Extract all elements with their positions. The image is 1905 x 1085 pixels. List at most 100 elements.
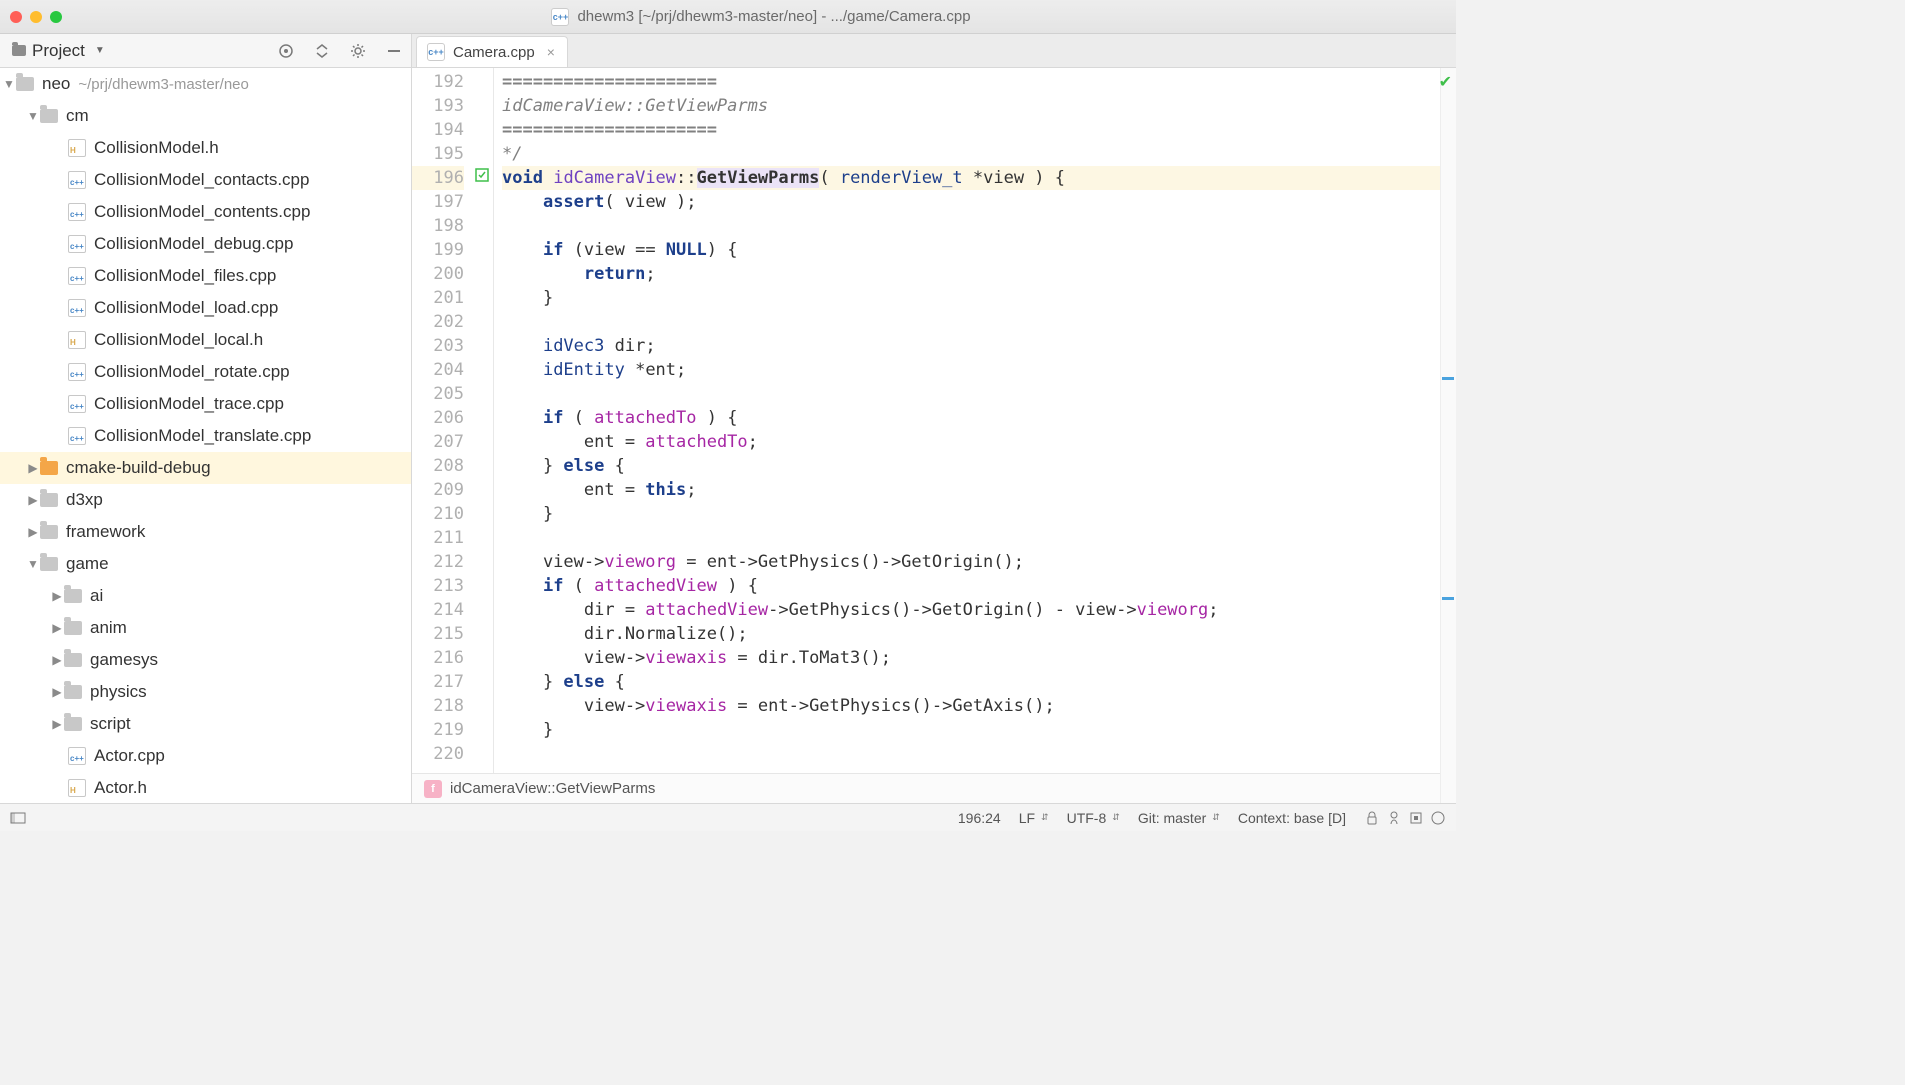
chevron-down-icon[interactable]: ▼ [2,77,16,91]
project-tree[interactable]: ▼ neo ~/prj/dhewm3-master/neo ▼ cm HColl… [0,68,412,803]
tree-file[interactable]: c++CollisionModel_contents.cpp [0,196,411,228]
code-line[interactable]: } [502,286,1456,310]
fold-gutter[interactable] [472,68,494,773]
code-line[interactable] [502,214,1456,238]
locate-icon[interactable] [277,42,295,60]
inspection-ok-icon[interactable]: ✔ [1439,72,1452,92]
tree-file[interactable]: c++CollisionModel_rotate.cpp [0,356,411,388]
code-line[interactable]: view->vieworg = ent->GetPhysics()->GetOr… [502,550,1456,574]
override-marker-icon[interactable] [475,168,489,182]
tree-file[interactable]: c++CollisionModel_debug.cpp [0,228,411,260]
line-number[interactable]: 211 [412,526,464,550]
line-number[interactable]: 217 [412,670,464,694]
tree-file[interactable]: c++CollisionModel_contacts.cpp [0,164,411,196]
line-number[interactable]: 203 [412,334,464,358]
chevron-down-icon[interactable]: ▼ [26,109,40,123]
line-number[interactable]: 204 [412,358,464,382]
lock-icon[interactable] [1364,810,1380,826]
line-number[interactable]: 219 [412,718,464,742]
code-line[interactable]: dir.Normalize(); [502,622,1456,646]
code-line[interactable]: dir = attachedView->GetPhysics()->GetOri… [502,598,1456,622]
breadcrumb[interactable]: f idCameraView::GetViewParms [412,773,1456,803]
code-line[interactable]: } [502,502,1456,526]
tree-folder[interactable]: ▶framework [0,516,411,548]
line-number[interactable]: 198 [412,214,464,238]
line-number[interactable]: 216 [412,646,464,670]
line-number-gutter[interactable]: 1921931941951961971981992002012022032042… [412,68,472,773]
editor[interactable]: 1921931941951961971981992002012022032042… [412,68,1456,803]
line-number[interactable]: 192 [412,70,464,94]
tree-file[interactable]: HCollisionModel_local.h [0,324,411,356]
code-line[interactable]: } [502,718,1456,742]
chevron-right-icon[interactable]: ▶ [26,461,40,475]
code-line[interactable]: ent = this; [502,478,1456,502]
code-line[interactable] [502,310,1456,334]
code-line[interactable]: if ( attachedView ) { [502,574,1456,598]
code-line[interactable]: void idCameraView::GetViewParms( renderV… [502,166,1456,190]
gear-icon[interactable] [349,42,367,60]
hide-panel-icon[interactable] [385,42,403,60]
code-line[interactable] [502,382,1456,406]
line-number[interactable]: 196 [412,166,464,190]
code-line[interactable]: */ [502,142,1456,166]
close-icon[interactable]: × [547,44,555,60]
breadcrumb-symbol[interactable]: idCameraView::GetViewParms [450,780,655,797]
tree-file[interactable]: c++CollisionModel_files.cpp [0,260,411,292]
line-number[interactable]: 201 [412,286,464,310]
goto-icon[interactable] [1430,810,1446,826]
chevron-right-icon[interactable]: ▶ [26,525,40,539]
chevron-down-icon[interactable]: ▼ [26,557,40,571]
tree-folder[interactable]: ▶cmake-build-debug [0,452,411,484]
code-line[interactable]: } else { [502,454,1456,478]
context-indicator[interactable]: Context: base [D] [1238,810,1346,826]
encoding-selector[interactable]: UTF-8⇵ [1067,810,1120,826]
close-window-button[interactable] [10,11,22,23]
line-number[interactable]: 205 [412,382,464,406]
memory-icon[interactable] [1408,810,1424,826]
line-number[interactable]: 214 [412,598,464,622]
code-line[interactable] [502,526,1456,550]
line-number[interactable]: 215 [412,622,464,646]
tree-file[interactable]: HCollisionModel.h [0,132,411,164]
code-line[interactable]: idCameraView::GetViewParms [502,94,1456,118]
chevron-right-icon[interactable]: ▶ [50,589,64,603]
chevron-right-icon[interactable]: ▶ [26,493,40,507]
collapse-icon[interactable] [313,42,331,60]
line-number[interactable]: 199 [412,238,464,262]
line-number[interactable]: 197 [412,190,464,214]
line-number[interactable]: 212 [412,550,464,574]
code-line[interactable]: view->viewaxis = ent->GetPhysics()->GetA… [502,694,1456,718]
chevron-down-icon[interactable]: ▼ [95,45,105,56]
line-separator-selector[interactable]: LF⇵ [1019,810,1049,826]
tool-window-icon[interactable] [10,810,26,826]
minimize-window-button[interactable] [30,11,42,23]
tree-file[interactable]: c++CollisionModel_load.cpp [0,292,411,324]
tree-folder[interactable]: ▶anim [0,612,411,644]
tab-camera-cpp[interactable]: c++ Camera.cpp × [416,36,568,67]
scroll-marker-strip[interactable]: ✔ [1440,68,1456,803]
line-number[interactable]: 209 [412,478,464,502]
caret-position[interactable]: 196:24 [958,810,1001,826]
line-number[interactable]: 206 [412,406,464,430]
tree-folder[interactable]: ▶script [0,708,411,740]
line-number[interactable]: 213 [412,574,464,598]
code-line[interactable]: return; [502,262,1456,286]
tree-file[interactable]: HActor.h [0,772,411,803]
git-branch[interactable]: Git: master⇵ [1138,810,1220,826]
line-number[interactable]: 194 [412,118,464,142]
tree-folder[interactable]: ▶physics [0,676,411,708]
line-number[interactable]: 207 [412,430,464,454]
tree-file[interactable]: c++CollisionModel_trace.cpp [0,388,411,420]
code-line[interactable]: ===================== [502,70,1456,94]
chevron-right-icon[interactable]: ▶ [50,621,64,635]
code-line[interactable]: if (view == NULL) { [502,238,1456,262]
code-line[interactable]: ent = attachedTo; [502,430,1456,454]
code-line[interactable]: } else { [502,670,1456,694]
line-number[interactable]: 210 [412,502,464,526]
code-area[interactable]: 1921931941951961971981992002012022032042… [412,68,1456,773]
code-line[interactable]: if ( attachedTo ) { [502,406,1456,430]
line-number[interactable]: 208 [412,454,464,478]
tree-folder[interactable]: ▶ai [0,580,411,612]
chevron-right-icon[interactable]: ▶ [50,717,64,731]
tree-folder-game[interactable]: ▼ game [0,548,411,580]
